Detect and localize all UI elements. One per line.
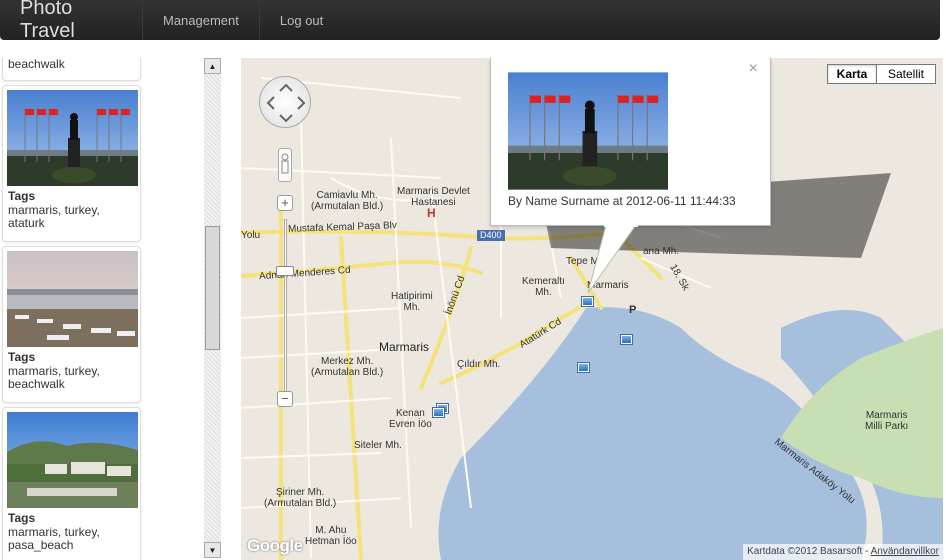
zoom-out-button[interactable]: − [277,391,293,407]
top-navbar: Photo Travel Management Log out [0,0,940,42]
scroll-up-icon[interactable]: ▲ [204,58,221,74]
photo-marker-icon[interactable] [577,362,590,373]
map-label: Kenan Evren İöo [389,408,432,430]
google-logo: Google [247,536,303,555]
photo-sidebar: beachwalk Tags marmaris, turkey, ataturk… [0,58,143,560]
map-label: Şiriner Mh. (Armutalan Bld.) [264,487,337,509]
zoom-slider-handle[interactable] [276,266,294,276]
map-label: Merkez Mh. (Armutalan Bld.) [311,356,384,378]
terms-link[interactable]: Användarvillkor [871,546,939,557]
scrollbar-thumb[interactable] [205,226,220,350]
pan-arrows-icon [266,83,306,123]
city-label: Marmaris [379,340,429,354]
scroll-down-icon[interactable]: ▼ [204,542,221,558]
photo-tags: marmaris, turkey, beachwalk [8,364,100,391]
nav-link-management[interactable]: Management [143,0,259,40]
photo-card[interactable]: beachwalk [2,58,141,81]
photo-marker-icon[interactable] [581,296,594,307]
map-info-window: × By Name Surname at 2012-06-11 11:44:33 [490,58,771,226]
pan-control[interactable] [259,76,311,128]
tags-heading: Tags [8,350,36,364]
photo-thumbnail[interactable] [7,412,138,508]
zoom-slider-track[interactable] [284,219,287,393]
map-label: Çıldır Mh. [457,359,501,370]
map-view[interactable]: Camiavlu Mh. (Armutalan Bld.) Marmaris De… [241,58,943,560]
zoom-in-button[interactable]: + [277,195,293,211]
close-icon[interactable]: × [749,60,758,78]
info-window-photo[interactable] [508,71,668,191]
map-label: Kemeraltı Mh. [522,276,565,298]
map-label: Hatipirimi Mh. [391,291,433,313]
street-view-pegman-icon[interactable] [278,148,292,182]
info-window-tail [587,225,638,294]
photo-tags: beachwalk [8,58,65,71]
sidebar-scrollbar[interactable]: ▲ ▼ [204,58,221,558]
photo-tags: marmaris, turkey, pasa_beach [8,525,100,552]
photo-tags: marmaris, turkey, ataturk [8,203,100,230]
photo-marker-icon[interactable] [620,334,633,345]
photo-card[interactable]: Tags marmaris, turkey, ataturk [2,85,141,242]
map-label: Marmaris Devlet Hastanesi [397,186,470,208]
road-shield-badge: D400 [477,230,505,241]
copyright-text: Kartdata ©2012 Basarsoft - [747,546,869,557]
map-copyright: Kartdata ©2012 Basarsoft - Användarvillk… [743,544,943,560]
photo-marker-icon[interactable] [432,407,445,418]
photo-card[interactable]: Tags marmaris, turkey, beachwalk [2,246,141,403]
photo-thumbnail[interactable] [7,90,138,186]
photo-thumbnail[interactable] [7,251,138,347]
street-label: Yolu [241,230,261,241]
map-label: Marmaris Milli Parkı [865,410,909,432]
hospital-icon: H [427,206,436,220]
parking-icon: P [629,304,637,316]
map-label: Siteler Mh. [354,440,402,451]
tags-heading: Tags [8,511,36,525]
nav-link-logout[interactable]: Log out [260,0,343,40]
info-window-caption: By Name Surname at 2012-06-11 11:44:33 [508,194,736,208]
tags-heading: Tags [8,189,36,203]
photo-card[interactable]: Tags marmaris, turkey, pasa_beach [2,407,141,560]
map-label: M. Ahu Hetman İöo [305,525,357,547]
map-type-satellit[interactable]: Satellit [876,64,936,84]
map-label: Camiavlu Mh. (Armutalan Bld.) [311,190,384,212]
map-type-karta[interactable]: Karta [827,64,877,84]
map-label: ana Mh. [643,246,680,257]
brand-title[interactable]: Photo Travel [0,0,142,42]
